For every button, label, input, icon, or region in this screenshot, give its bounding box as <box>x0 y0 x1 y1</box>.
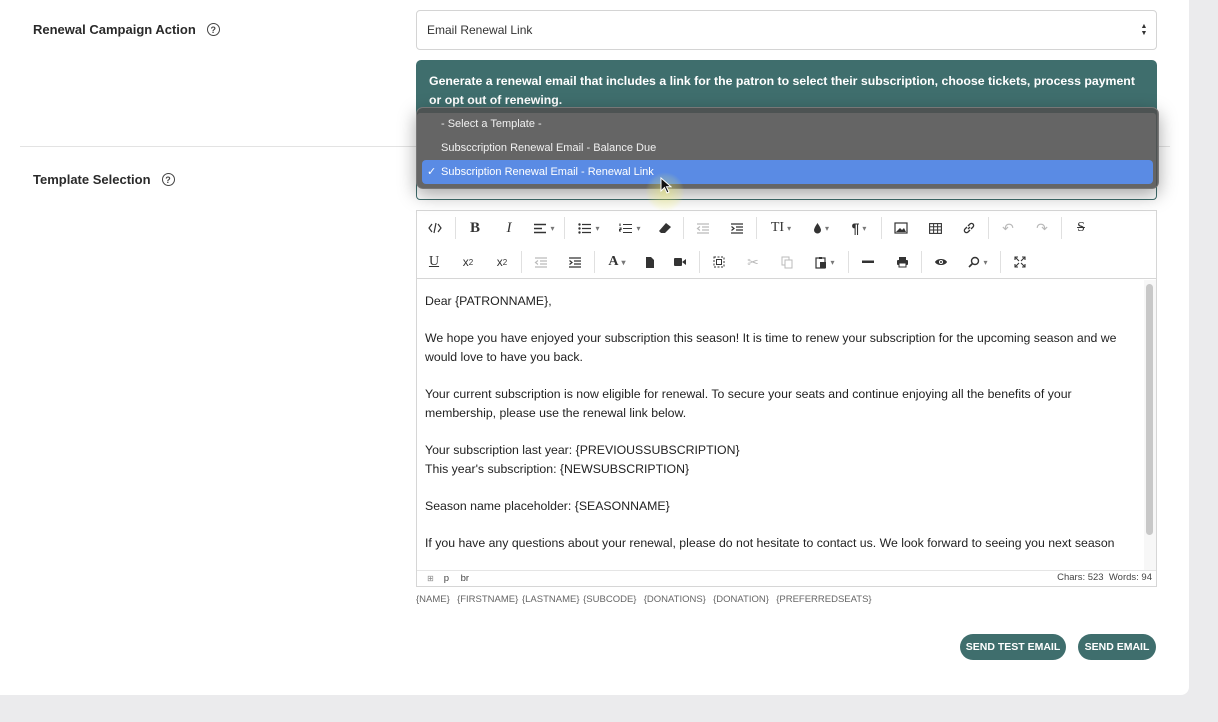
char-word-count: Chars: 523 Words: 94 <box>1057 572 1152 583</box>
numbered-list-icon[interactable]: ▾ <box>611 211 649 245</box>
toolbar-separator <box>1061 217 1062 239</box>
campaign-info-text: Generate a renewal email that includes a… <box>429 74 1135 107</box>
bullet-list-icon[interactable]: ▾ <box>567 211 611 245</box>
template-dropdown-menu: - Select a Template - Subsccription Rene… <box>416 107 1159 189</box>
toolbar-row-1: B I ▾ ▾ ▾ TI ▾ ▾ ¶ ▾ ↶ ↷ S <box>417 211 1098 245</box>
font-size-icon[interactable]: TI ▾ <box>759 211 803 245</box>
subscript-icon[interactable]: x2 <box>485 245 519 279</box>
paragraph-icon[interactable]: ¶ ▾ <box>839 211 879 245</box>
search-icon[interactable]: ▾ <box>958 245 998 279</box>
cut-icon[interactable]: ✂ <box>736 245 770 279</box>
editor-paragraph: Season name placeholder: {SEASONNAME} <box>425 499 670 513</box>
campaign-label-row: Renewal Campaign Action ? <box>33 22 220 37</box>
preview-icon[interactable] <box>924 245 958 279</box>
bold-icon[interactable]: B <box>458 211 492 245</box>
eraser-icon[interactable] <box>649 211 681 245</box>
toolbar-separator <box>881 217 882 239</box>
link-icon[interactable] <box>952 211 986 245</box>
toolbar-separator <box>988 217 989 239</box>
fullscreen-icon[interactable] <box>1003 245 1037 279</box>
video-icon[interactable] <box>663 245 697 279</box>
toolbar-separator <box>699 251 700 273</box>
template-option-label: Subsccription Renewal Email - Balance Du… <box>441 142 657 154</box>
editor-paragraph: We hope you have enjoyed your subscripti… <box>425 331 1117 364</box>
strikethrough-icon[interactable]: S <box>1064 211 1098 245</box>
editor-paragraph: Dear {PATRONNAME}, <box>425 294 552 308</box>
template-option-label: Subscription Renewal Email - Renewal Lin… <box>441 166 654 178</box>
editor-toolbar: B I ▾ ▾ ▾ TI ▾ ▾ ¶ ▾ ↶ ↷ S U x 2 x 2 A ▾… <box>417 211 1156 279</box>
editor-content[interactable]: Dear {PATRONNAME}, We hope you have enjo… <box>417 280 1145 570</box>
toolbar-separator <box>521 251 522 273</box>
form-card: Renewal Campaign Action ? Email Renewal … <box>0 0 1189 695</box>
font-color-icon[interactable]: A ▾ <box>597 245 637 279</box>
template-option-selected[interactable]: ✓ Subscription Renewal Email - Renewal L… <box>422 160 1153 184</box>
merge-tags: {NAME} {FIRSTNAME} {LASTNAME} {SUBCODE} … <box>416 594 872 605</box>
toolbar-separator <box>594 251 595 273</box>
path-item[interactable]: p <box>444 573 449 584</box>
image-icon[interactable] <box>884 211 918 245</box>
campaign-action-value: Email Renewal Link <box>427 23 533 37</box>
editor-statusbar: ⊞ p br Chars: 523 Words: 94 <box>417 570 1156 586</box>
campaign-action-select[interactable]: Email Renewal Link ▲ ▼ <box>416 10 1157 50</box>
italic-icon[interactable]: I <box>492 211 526 245</box>
mouse-cursor-icon <box>660 177 672 194</box>
editor-paragraph: Your subscription last year: {PREVIOUSSU… <box>425 443 740 457</box>
undo-icon[interactable]: ↶ <box>991 211 1025 245</box>
toolbar-separator <box>756 217 757 239</box>
help-icon[interactable]: ? <box>206 23 220 36</box>
checkmark-icon: ✓ <box>427 166 437 178</box>
redo-icon[interactable]: ↷ <box>1025 211 1059 245</box>
editor-scrollbar[interactable] <box>1146 284 1153 535</box>
print-icon[interactable] <box>885 245 919 279</box>
template-label-row: Template Selection ? <box>33 172 175 187</box>
template-option[interactable]: - Select a Template - <box>422 112 1153 136</box>
path-item[interactable]: br <box>461 573 469 584</box>
toolbar-separator <box>683 217 684 239</box>
toolbar-row-2: U x2 x2 A ▾ ✂ ▾ ▾ <box>417 245 1037 279</box>
horizontal-rule-icon[interactable] <box>851 245 885 279</box>
rich-text-editor[interactable]: B I ▾ ▾ ▾ TI ▾ ▾ ¶ ▾ ↶ ↷ S U x 2 x 2 A ▾… <box>416 210 1157 587</box>
element-path: p br <box>444 573 478 584</box>
select-arrows-icon: ▲ ▼ <box>1140 23 1148 37</box>
indent-icon[interactable] <box>720 211 754 245</box>
paste-icon[interactable]: ▾ <box>804 245 846 279</box>
template-label: Template Selection <box>33 172 151 187</box>
toolbar-separator <box>564 217 565 239</box>
align-icon[interactable]: ▾ <box>526 211 562 245</box>
template-option[interactable]: Subsccription Renewal Email - Balance Du… <box>422 136 1153 160</box>
help-icon[interactable]: ? <box>161 173 175 186</box>
table-icon[interactable] <box>918 211 952 245</box>
toolbar-separator <box>921 251 922 273</box>
toolbar-separator <box>1000 251 1001 273</box>
underline-icon[interactable]: U <box>417 245 451 279</box>
file-icon[interactable] <box>637 245 663 279</box>
color-drop-icon[interactable]: ▾ <box>803 211 839 245</box>
superscript-icon[interactable]: x2 <box>451 245 485 279</box>
resize-grip-icon[interactable]: ⊞ <box>427 574 434 583</box>
indent-icon[interactable] <box>558 245 592 279</box>
copy-icon[interactable] <box>770 245 804 279</box>
send-test-email-button[interactable]: SEND TEST EMAIL <box>960 634 1066 660</box>
outdent-icon[interactable] <box>686 211 720 245</box>
template-option-label: - Select a Template - <box>441 118 542 130</box>
select-all-icon[interactable] <box>702 245 736 279</box>
send-email-button[interactable]: SEND EMAIL <box>1078 634 1156 660</box>
code-view-icon[interactable] <box>417 211 453 245</box>
outdent-icon[interactable] <box>524 245 558 279</box>
editor-paragraph: Your current subscription is now eligibl… <box>425 387 1072 420</box>
editor-paragraph: This year's subscription: {NEWSUBSCRIPTI… <box>425 462 690 476</box>
toolbar-separator <box>455 217 456 239</box>
editor-paragraph: If you have any questions about your ren… <box>425 536 1115 550</box>
campaign-label: Renewal Campaign Action <box>33 22 196 37</box>
toolbar-separator <box>848 251 849 273</box>
